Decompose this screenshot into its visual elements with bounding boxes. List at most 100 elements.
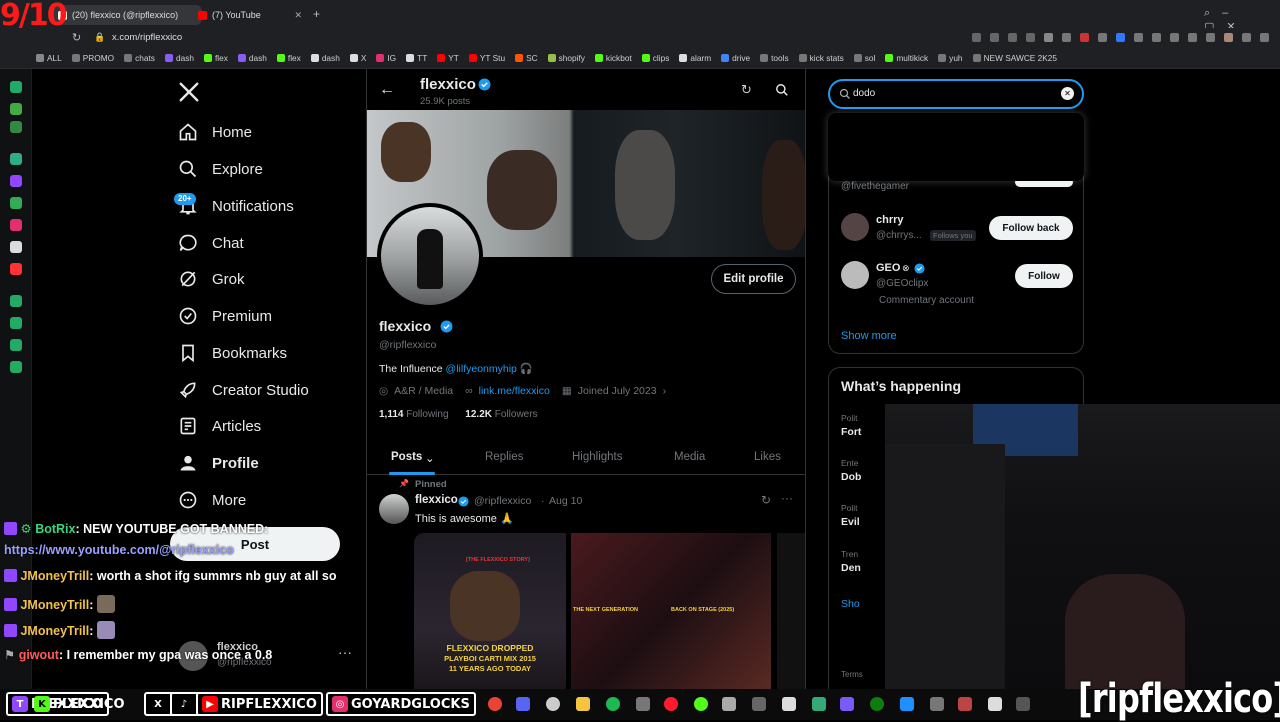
- bookmark-item[interactable]: alarm: [679, 53, 711, 63]
- nav-chat[interactable]: Chat: [178, 228, 244, 258]
- profile-link[interactable]: link.me/flexxico: [479, 385, 550, 397]
- post-image[interactable]: THE NEXT GENERATION BACK ON STAGE (2025): [571, 533, 771, 689]
- chevron-down-icon[interactable]: ⌄: [425, 451, 435, 465]
- clock-icon[interactable]: [10, 317, 22, 329]
- bookmark-item[interactable]: NEW SAWCE 2K25: [972, 53, 1057, 63]
- nav-home[interactable]: Home: [178, 117, 252, 147]
- extension-icons[interactable]: [972, 33, 1272, 43]
- followers-count[interactable]: 12.2K: [465, 409, 492, 420]
- following-count[interactable]: 1,114: [379, 409, 403, 420]
- nav-profile[interactable]: Profile: [178, 448, 259, 478]
- sidebar-app-icon[interactable]: [10, 263, 22, 275]
- sidebar-app-icon[interactable]: [10, 153, 22, 165]
- bookmark-item[interactable]: X: [349, 53, 366, 63]
- nav-creator-studio[interactable]: Creator Studio: [178, 375, 309, 405]
- bookmark-item[interactable]: dash: [164, 53, 194, 63]
- new-tab-button[interactable]: +: [313, 7, 320, 21]
- search-icon[interactable]: [775, 83, 789, 97]
- bookmark-item[interactable]: drive: [721, 53, 750, 63]
- suggested-avatar[interactable]: [841, 261, 869, 289]
- grok-post-icon[interactable]: ↻: [761, 493, 771, 507]
- bookmark-item[interactable]: IG: [376, 53, 396, 63]
- bookmark-item[interactable]: SC: [515, 53, 538, 63]
- nav-explore[interactable]: Explore: [178, 154, 263, 184]
- bookmark-item[interactable]: kickbot: [594, 53, 632, 63]
- app-icon[interactable]: [958, 697, 972, 711]
- post-more-icon[interactable]: ···: [781, 491, 793, 505]
- profile-avatar[interactable]: [377, 203, 483, 309]
- address-input[interactable]: x.com/ripflexxico: [112, 32, 182, 43]
- show-more-link[interactable]: Sho: [841, 598, 860, 610]
- tab-media[interactable]: Media: [674, 451, 705, 463]
- bookmark-item[interactable]: dash: [310, 53, 340, 63]
- app-icon[interactable]: [812, 697, 826, 711]
- app-icon[interactable]: [930, 697, 944, 711]
- sidebar-app-icon[interactable]: [10, 81, 22, 93]
- app-icon[interactable]: [988, 697, 1002, 711]
- show-more-link[interactable]: Show more: [841, 330, 897, 342]
- edit-profile-button[interactable]: Edit profile: [711, 264, 796, 294]
- terms-link[interactable]: Terms: [841, 670, 863, 679]
- bookmark-item[interactable]: dash: [237, 53, 267, 63]
- folder-icon[interactable]: [576, 697, 590, 711]
- bookmark-item[interactable]: flex: [203, 53, 228, 63]
- bookmark-item[interactable]: yuh: [938, 53, 963, 63]
- bookmark-item[interactable]: shopify: [547, 53, 585, 63]
- joined-date[interactable]: Joined July 2023: [578, 385, 657, 397]
- bookmark-item[interactable]: kick stats: [798, 53, 844, 63]
- app-icon[interactable]: [782, 697, 796, 711]
- app-icon[interactable]: [900, 697, 914, 711]
- app-icon[interactable]: [752, 697, 766, 711]
- sidebar-app-icon[interactable]: [10, 103, 22, 115]
- tab-youtube[interactable]: (7) YouTube ✕: [192, 5, 308, 25]
- bookmark-item[interactable]: YT: [437, 53, 459, 63]
- bookmark-item[interactable]: PROMO: [71, 53, 114, 63]
- bookmark-item[interactable]: chats: [124, 53, 155, 63]
- follow-button[interactable]: Follow: [1015, 264, 1073, 288]
- app-icon[interactable]: [722, 697, 736, 711]
- bookmark-item[interactable]: TT: [406, 53, 427, 63]
- suggested-name[interactable]: GEO: [876, 262, 900, 274]
- post-author-name[interactable]: flexxico: [415, 494, 458, 506]
- app-icon[interactable]: [694, 697, 708, 711]
- sidebar-app-icon[interactable]: [10, 339, 22, 351]
- follow-back-button[interactable]: Follow back: [989, 216, 1073, 240]
- bookmark-item[interactable]: clips: [641, 53, 669, 63]
- account-menu-icon[interactable]: ···: [338, 644, 352, 660]
- trend-item[interactable]: Evil: [841, 516, 860, 528]
- bookmark-item[interactable]: multikick: [885, 53, 928, 63]
- app-icon[interactable]: [1016, 697, 1030, 711]
- app-icon[interactable]: [636, 697, 650, 711]
- app-icon[interactable]: [840, 697, 854, 711]
- clear-search-icon[interactable]: ✕: [1061, 87, 1074, 100]
- sidebar-app-icon[interactable]: [10, 121, 22, 133]
- back-arrow-icon[interactable]: ←: [379, 81, 395, 99]
- tab-highlights[interactable]: Highlights: [572, 451, 623, 463]
- bookmark-item[interactable]: tools: [760, 53, 789, 63]
- bio-mention-link[interactable]: @lilfyeonmyhip: [446, 363, 517, 375]
- tab-replies[interactable]: Replies: [485, 451, 523, 463]
- nav-premium[interactable]: Premium: [178, 301, 272, 331]
- spotify-icon[interactable]: [606, 697, 620, 711]
- grok-refresh-icon[interactable]: ↻: [741, 82, 752, 98]
- x-logo-icon[interactable]: [178, 81, 200, 103]
- nav-more[interactable]: More: [178, 485, 246, 515]
- sidebar-app-icon[interactable]: [10, 197, 22, 209]
- settings-icon[interactable]: [10, 361, 22, 373]
- discord-icon[interactable]: [516, 697, 530, 711]
- bookmark-item[interactable]: YT Stu: [468, 53, 505, 63]
- suggested-name[interactable]: chrry: [876, 214, 904, 226]
- post-image[interactable]: [THE FLEXXICO STORY] FLEXXICO DROPPED PL…: [414, 533, 566, 689]
- trend-item[interactable]: Fort: [841, 426, 861, 438]
- trend-item[interactable]: Dob: [841, 471, 861, 483]
- search-input[interactable]: dodo: [853, 88, 875, 99]
- reload-icon[interactable]: ↻: [72, 31, 81, 44]
- suggested-avatar[interactable]: [841, 213, 869, 241]
- nav-bookmarks[interactable]: Bookmarks: [178, 338, 287, 368]
- bookmark-item[interactable]: flex: [276, 53, 301, 63]
- nav-grok[interactable]: Grok: [178, 264, 245, 294]
- post-date[interactable]: Aug 10: [549, 495, 582, 507]
- sidebar-app-icon[interactable]: [10, 295, 22, 307]
- post-author-avatar[interactable]: [379, 494, 409, 524]
- x-icon[interactable]: [10, 241, 22, 253]
